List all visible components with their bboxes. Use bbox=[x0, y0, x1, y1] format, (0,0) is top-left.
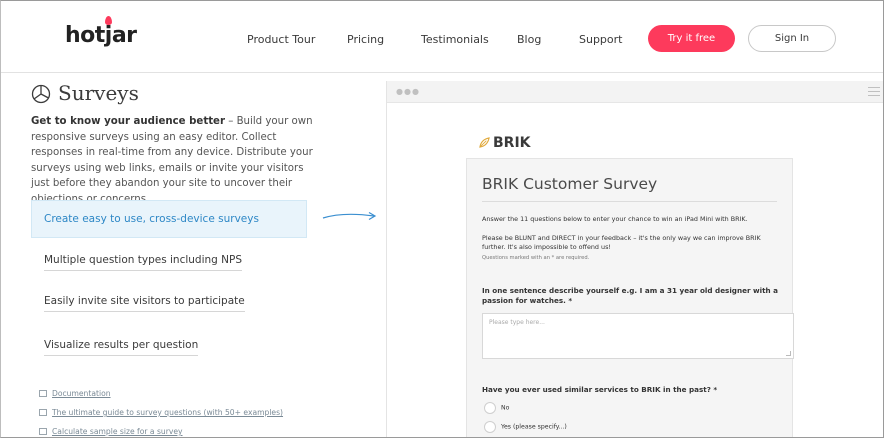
nav-pricing[interactable]: Pricing bbox=[347, 33, 384, 46]
leaf-icon bbox=[479, 137, 490, 148]
hamburger-menu-icon[interactable] bbox=[868, 87, 880, 96]
intro-paragraph: Get to know your audience better – Build… bbox=[31, 114, 315, 207]
nav-support[interactable]: Support bbox=[579, 33, 622, 46]
flame-icon bbox=[105, 16, 112, 25]
hotjar-logo[interactable]: hotjar bbox=[65, 16, 137, 48]
brik-logo: BRIK bbox=[479, 135, 531, 151]
arrow-right-icon bbox=[322, 211, 377, 221]
textarea-placeholder: Please type here... bbox=[489, 319, 545, 326]
document-icon bbox=[39, 409, 47, 416]
top-nav: hotjar Product Tour Pricing Testimonials… bbox=[1, 1, 883, 73]
browser-preview: ●●● BRIK BRIK Customer Survey Answer the… bbox=[386, 81, 883, 437]
survey-form: BRIK Customer Survey Answer the 11 quest… bbox=[466, 158, 794, 437]
divider bbox=[482, 201, 777, 202]
nav-product-tour[interactable]: Product Tour bbox=[247, 33, 315, 46]
link-documentation[interactable]: Documentation bbox=[39, 389, 111, 398]
sign-in-button[interactable]: Sign In bbox=[748, 25, 836, 52]
question-1-label: In one sentence describe yourself e.g. I… bbox=[482, 286, 778, 305]
feature-label: Easily invite site visitors to participa… bbox=[44, 295, 245, 312]
pie-chart-icon bbox=[31, 84, 51, 104]
intro-bold: Get to know your audience better bbox=[31, 116, 225, 127]
link-sample-size[interactable]: Calculate sample size for a survey bbox=[39, 427, 183, 436]
nav-testimonials[interactable]: Testimonials bbox=[421, 33, 489, 46]
question-2-label: Have you ever used similar services to B… bbox=[482, 385, 718, 394]
question-1-textarea[interactable]: Please type here... bbox=[482, 313, 794, 359]
nav-blog[interactable]: Blog bbox=[517, 33, 541, 46]
feature-cross-device[interactable]: Create easy to use, cross-device surveys bbox=[31, 200, 307, 238]
document-icon bbox=[39, 390, 47, 397]
radio-option-no[interactable]: No bbox=[484, 402, 509, 414]
logo-text: hotjar bbox=[65, 23, 137, 48]
link-survey-guide[interactable]: The ultimate guide to survey questions (… bbox=[39, 408, 283, 417]
window-dots-icon: ●●● bbox=[396, 87, 420, 96]
radio-option-yes[interactable]: Yes (please specify...) bbox=[484, 421, 567, 433]
feature-visualize-results[interactable]: Visualize results per question bbox=[31, 339, 307, 356]
survey-title: BRIK Customer Survey bbox=[482, 175, 658, 193]
browser-toolbar: ●●● bbox=[387, 81, 883, 103]
resize-handle-icon[interactable] bbox=[786, 351, 791, 356]
required-note: Questions marked with an * are required. bbox=[482, 255, 590, 261]
radio-button[interactable] bbox=[484, 421, 496, 433]
survey-intro: Answer the 11 questions below to enter y… bbox=[482, 215, 748, 223]
survey-feedback-note: Please be BLUNT and DIRECT in your feedb… bbox=[482, 234, 761, 251]
feature-label: Visualize results per question bbox=[44, 339, 199, 356]
radio-button[interactable] bbox=[484, 402, 496, 414]
feature-label: Multiple question types including NPS bbox=[44, 254, 243, 271]
intro-text: – Build your own responsive surveys usin… bbox=[31, 116, 313, 205]
calculator-icon bbox=[39, 428, 47, 435]
feature-label: Create easy to use, cross-device surveys bbox=[44, 213, 259, 225]
feature-question-types[interactable]: Multiple question types including NPS bbox=[31, 254, 307, 271]
page-frame: hotjar Product Tour Pricing Testimonials… bbox=[0, 0, 884, 438]
feature-invite-visitors[interactable]: Easily invite site visitors to participa… bbox=[31, 295, 307, 312]
page-title: Surveys bbox=[58, 81, 139, 105]
try-it-free-button[interactable]: Try it free bbox=[648, 25, 735, 52]
browser-content: BRIK BRIK Customer Survey Answer the 11 … bbox=[387, 103, 883, 437]
